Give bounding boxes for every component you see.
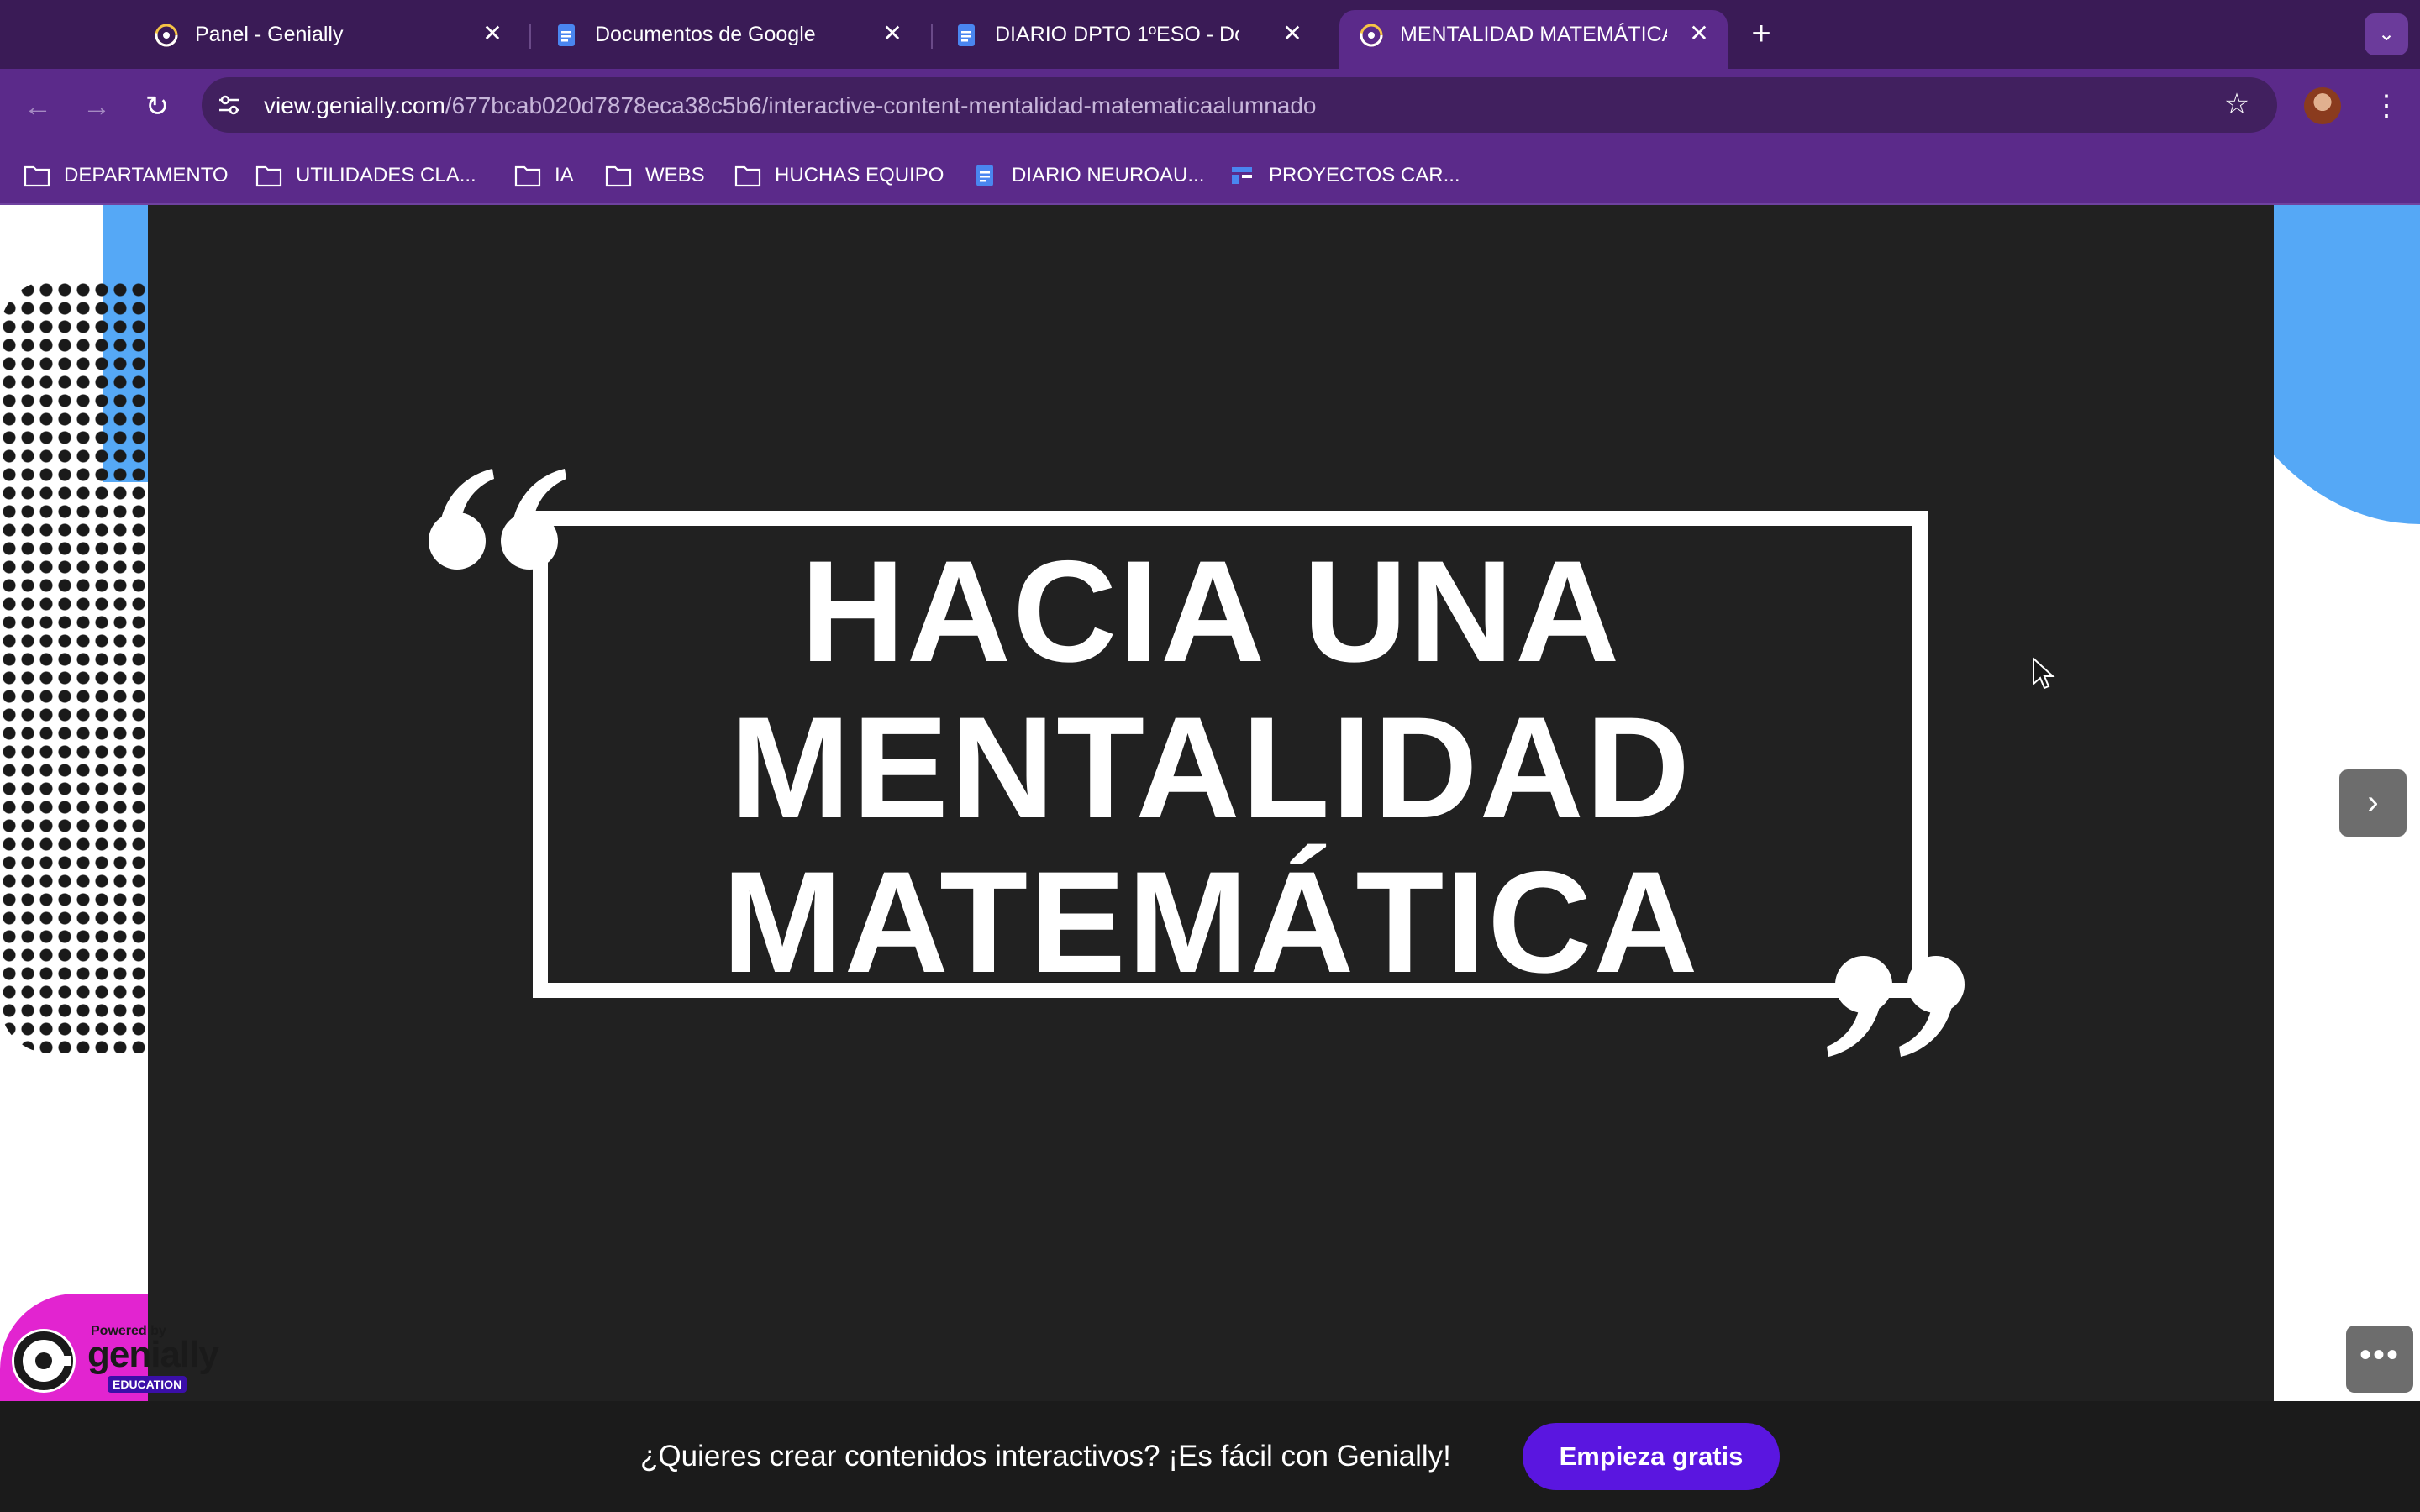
close-icon[interactable]: ✕	[1686, 20, 1712, 47]
tab-mentalidad-matematica[interactable]: MENTALIDAD MATEMÁTICA_A ✕	[1339, 10, 1728, 69]
promo-banner: ¿Quieres crear contenidos interactivos? …	[0, 1401, 2420, 1512]
browser-toolbar: ← → ↻ view.genially.com/677bcab020d7878e…	[0, 69, 2420, 144]
site-settings-icon[interactable]	[217, 92, 242, 118]
tab-panel-genially[interactable]: Panel - Genially ✕	[134, 10, 521, 59]
bookmark-departamento[interactable]: DEPARTAMENTO	[24, 161, 229, 190]
badge-brand-text: genially	[87, 1334, 219, 1375]
google-sites-icon	[1232, 167, 1252, 184]
genially-viewer: HACIA UNA MENTALIDAD MATEMÁTICA › ••• Po…	[0, 205, 2420, 1401]
folder-icon	[255, 165, 282, 187]
bookmark-label: DIARIO NEUROAU...	[1012, 164, 1205, 186]
folder-icon	[514, 165, 541, 187]
tab-title: Panel - Genially	[195, 23, 344, 46]
tab-title: Documentos de Google	[595, 23, 816, 46]
folder-icon	[24, 165, 50, 187]
badge-edition-text: EDUCATION	[108, 1376, 187, 1393]
address-bar[interactable]: view.genially.com/677bcab020d7878eca38c5…	[202, 77, 2277, 133]
google-docs-favicon	[958, 24, 975, 46]
folder-icon	[734, 165, 761, 187]
bookmark-proyectos-car[interactable]: PROYECTOS CAR...	[1228, 161, 1460, 190]
bookmark-label: WEBS	[645, 164, 705, 186]
tab-title: MENTALIDAD MATEMÁTICA_A	[1400, 23, 1667, 46]
menu-kebab-icon[interactable]: ⋮	[2370, 87, 2403, 124]
bookmark-label: DEPARTAMENTO	[64, 164, 229, 186]
tab-separator	[931, 24, 933, 49]
close-icon[interactable]: ✕	[1279, 20, 1306, 47]
tab-documentos-google[interactable]: Documentos de Google ✕	[534, 10, 921, 59]
reload-icon[interactable]: ↻	[134, 84, 180, 129]
more-dots-icon: •••	[2359, 1336, 2400, 1373]
genially-favicon	[155, 24, 178, 47]
plus-icon[interactable]: +	[1744, 15, 1778, 52]
forward-arrow-icon[interactable]: →	[74, 84, 119, 129]
tab-diario-dpto[interactable]: DIARIO DPTO 1ºESO - Docum ✕	[934, 10, 1321, 59]
bookmark-webs[interactable]: WEBS	[605, 161, 705, 190]
folder-icon	[605, 165, 632, 187]
url-text[interactable]: view.genially.com/677bcab020d7878eca38c5…	[264, 92, 1316, 119]
browser-tab-strip: Panel - Genially ✕ Documentos de Google …	[0, 0, 2420, 69]
tab-separator	[529, 24, 531, 49]
bookmark-label: HUCHAS EQUIPO	[775, 164, 944, 186]
bookmark-huchas-equipo[interactable]: HUCHAS EQUIPO	[734, 161, 944, 190]
google-docs-favicon	[558, 24, 575, 46]
bookmark-diario-neuroau[interactable]: DIARIO NEUROAU...	[971, 161, 1204, 190]
chevron-right-icon: ›	[2367, 784, 2379, 821]
url-domain: view.genially.com	[264, 92, 445, 118]
close-quote-icon	[1827, 956, 1965, 1057]
star-icon[interactable]: ☆	[2220, 87, 2254, 121]
bookmark-label: IA	[555, 164, 574, 186]
slide-title-line-2: MENTALIDAD	[729, 687, 1692, 848]
decor-dot-pattern	[0, 281, 148, 1053]
tab-title: DIARIO DPTO 1ºESO - Docum	[995, 23, 1239, 46]
bookmark-label: PROYECTOS CAR...	[1269, 164, 1460, 186]
google-docs-icon	[976, 165, 993, 186]
back-arrow-icon[interactable]: ←	[15, 84, 60, 129]
bookmark-utilidades[interactable]: UTILIDADES CLA...	[255, 161, 476, 190]
close-icon[interactable]: ✕	[479, 20, 506, 47]
start-free-button[interactable]: Empieza gratis	[1523, 1423, 1780, 1490]
more-options-button[interactable]: •••	[2346, 1326, 2413, 1393]
bookmark-ia[interactable]: IA	[514, 161, 574, 190]
bookmark-label: UTILIDADES CLA...	[296, 164, 476, 186]
url-path: /677bcab020d7878eca38c5b6/interactive-co…	[445, 92, 1317, 118]
close-icon[interactable]: ✕	[879, 20, 906, 47]
slide-title-line-1: HACIA UNA	[800, 531, 1622, 692]
chevron-down-icon[interactable]: ⌄	[2365, 13, 2408, 55]
next-slide-button[interactable]: ›	[2339, 769, 2407, 837]
genially-logo-icon	[12, 1329, 76, 1393]
genially-favicon	[1360, 24, 1383, 47]
avatar[interactable]	[2304, 87, 2341, 124]
promo-message: ¿Quieres crear contenidos interactivos? …	[640, 1440, 1451, 1473]
slide-canvas: HACIA UNA MENTALIDAD MATEMÁTICA	[148, 205, 2274, 1401]
mouse-cursor-icon	[2033, 657, 2055, 690]
bookmarks-bar: DEPARTAMENTO UTILIDADES CLA... IA WEBS H…	[0, 144, 2420, 205]
